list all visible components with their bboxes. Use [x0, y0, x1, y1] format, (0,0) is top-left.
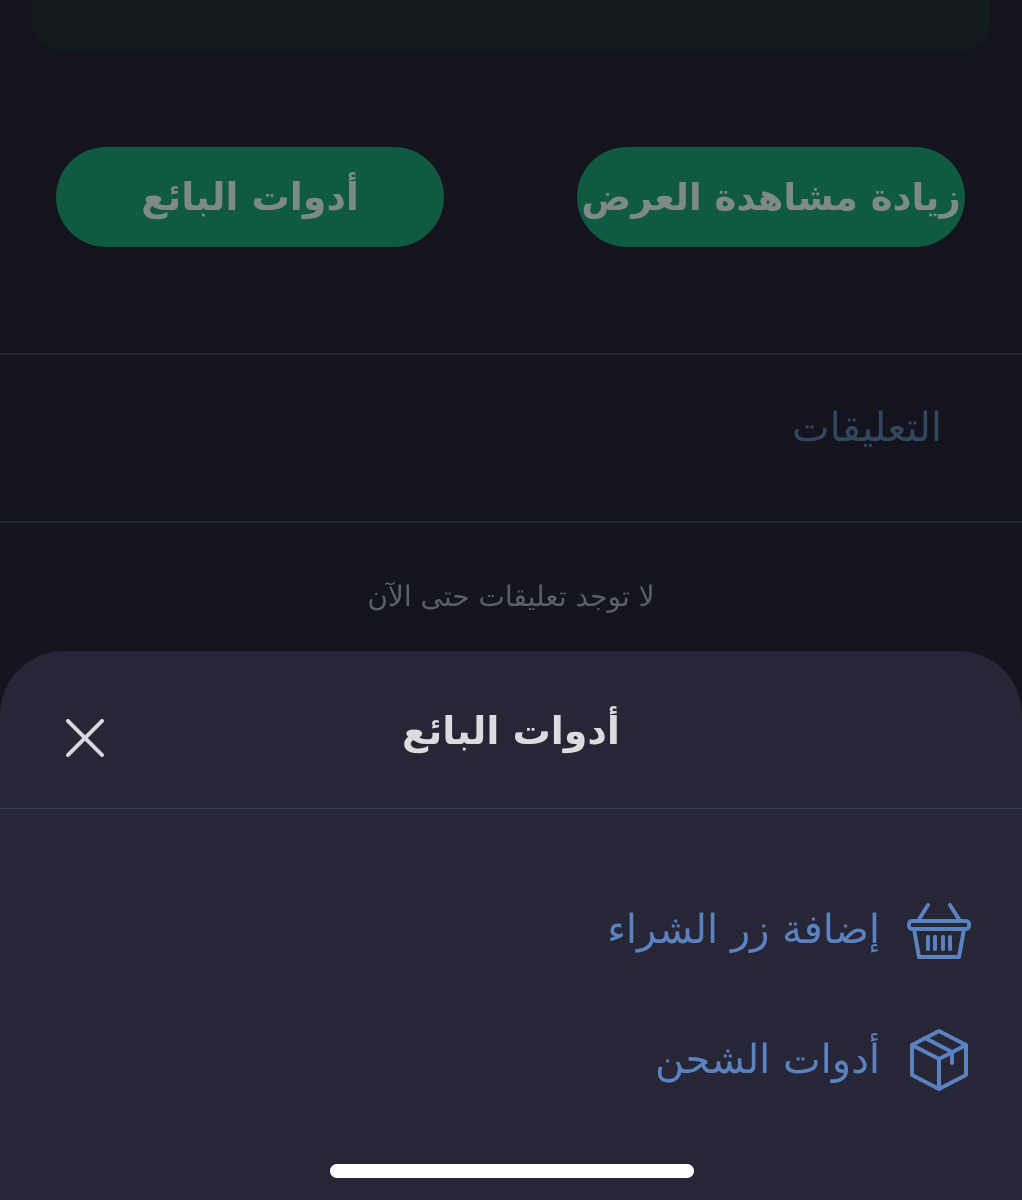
basket-icon [904, 895, 974, 965]
add-buy-button-label: إضافة زر الشراء [607, 907, 880, 953]
close-button[interactable] [60, 713, 110, 763]
divider [0, 521, 1022, 523]
seller-tools-button[interactable]: أدوات البائع [56, 147, 444, 247]
shipping-tools-label: أدوات الشحن [655, 1037, 880, 1083]
divider [0, 353, 1022, 355]
close-icon [66, 719, 104, 757]
sheet-title: أدوات البائع [402, 709, 620, 753]
top-card [32, 0, 990, 50]
sheet-header: أدوات البائع [0, 651, 1022, 809]
seller-tools-label: أدوات البائع [141, 175, 359, 219]
screen: زيادة مشاهدة العرض أدوات البائع التعليقا… [0, 0, 1022, 1200]
box-icon [904, 1025, 974, 1095]
shipping-tools-item[interactable]: أدوات الشحن [655, 1020, 974, 1100]
boost-views-button[interactable]: زيادة مشاهدة العرض [577, 147, 965, 247]
add-buy-button-item[interactable]: إضافة زر الشراء [607, 890, 974, 970]
home-indicator[interactable] [330, 1164, 694, 1178]
comments-title: التعليقات [791, 405, 942, 451]
boost-views-label: زيادة مشاهدة العرض [581, 175, 961, 219]
no-comments-text: لا توجد تعليقات حتى الآن [367, 580, 655, 613]
